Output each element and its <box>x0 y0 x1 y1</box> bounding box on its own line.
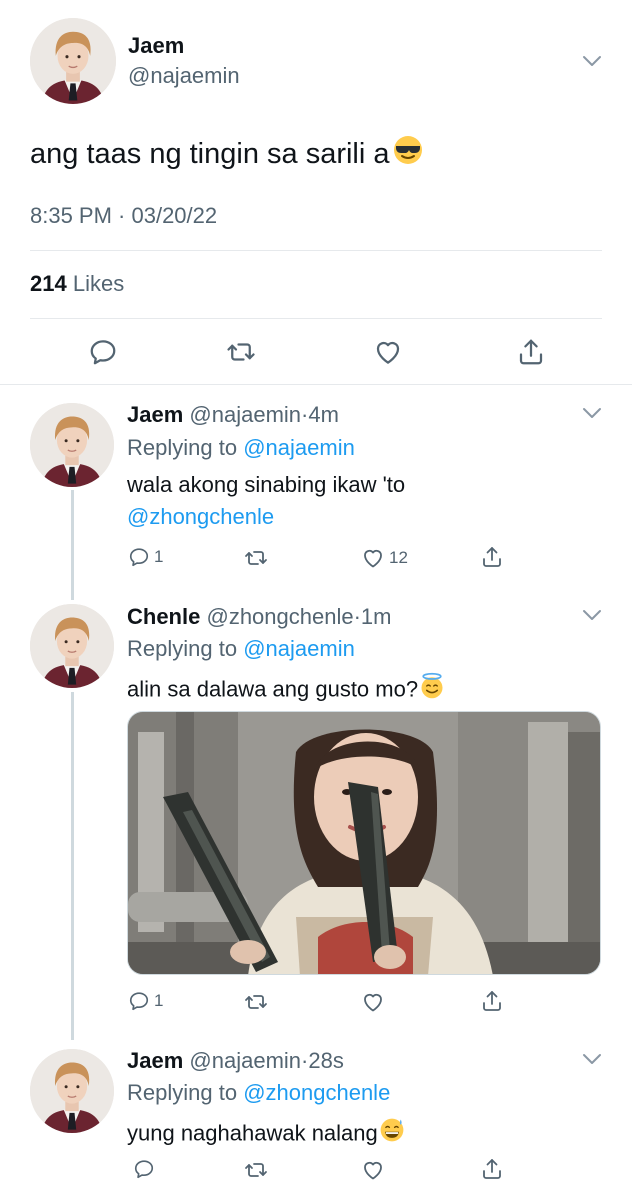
divider <box>30 250 602 251</box>
author-handle[interactable]: @zhongchenle <box>206 604 353 629</box>
share-icon <box>480 1157 504 1181</box>
replying-to-link[interactable]: @najaemin <box>243 435 355 460</box>
reply-text: alin sa dalawa ang gusto mo? <box>127 672 446 709</box>
reply-time[interactable]: 28s <box>308 1048 343 1073</box>
chevron-down-icon[interactable] <box>581 608 603 622</box>
likes-number: 214 <box>30 271 67 296</box>
reply-icon <box>128 990 150 1012</box>
media-photo[interactable] <box>127 711 601 975</box>
share-action[interactable] <box>480 1157 504 1181</box>
replying-to-label: Replying to <box>127 435 238 460</box>
likes-count[interactable]: 214 Likes <box>30 271 124 297</box>
chevron-down-icon[interactable] <box>581 54 603 68</box>
retweet-action[interactable] <box>244 546 268 570</box>
avatar[interactable] <box>30 403 114 487</box>
divider <box>30 318 602 319</box>
retweet-icon <box>244 1158 268 1182</box>
like-count: 12 <box>389 548 408 567</box>
halo-smile-emoji-icon <box>418 672 446 709</box>
avatar[interactable] <box>30 18 116 104</box>
replying-to-link[interactable]: @najaemin <box>243 636 355 661</box>
chevron-down-icon[interactable] <box>581 1052 603 1066</box>
likes-label: Likes <box>72 271 125 296</box>
reply-icon <box>128 546 150 568</box>
replying-to-label: Replying to <box>127 1080 238 1105</box>
author-name[interactable]: Jaem <box>127 402 183 427</box>
reply-text-content: yung naghahawak nalang <box>127 1120 378 1146</box>
sunglasses-emoji-icon <box>392 134 424 174</box>
chevron-down-icon[interactable] <box>581 406 603 420</box>
mention-link[interactable]: @zhongchenle <box>127 501 405 533</box>
like-icon[interactable] <box>373 337 403 367</box>
avatar[interactable] <box>30 604 114 688</box>
reply-action[interactable]: 1 <box>128 546 163 568</box>
reply-time[interactable]: 4m <box>308 402 339 427</box>
like-icon <box>361 990 385 1014</box>
share-icon <box>480 545 504 569</box>
share-icon <box>480 989 504 1013</box>
tweet-text: ang taas ng tingin sa sarili a <box>30 134 424 174</box>
share-icon[interactable] <box>516 337 546 367</box>
replying-to-link[interactable]: @zhongchenle <box>243 1080 390 1105</box>
reply-text: yung naghahawak nalang <box>127 1116 406 1153</box>
reply-text: wala akong sinabing ikaw 'to @zhongchenl… <box>127 469 405 533</box>
author-name[interactable]: Jaem <box>128 33 184 59</box>
reply-header: Jaem @najaemin·28s <box>127 1048 344 1074</box>
reply-header: Chenle @zhongchenle·1m <box>127 604 391 630</box>
author-handle[interactable]: @najaemin <box>189 1048 301 1073</box>
like-icon <box>361 1158 385 1182</box>
like-action[interactable] <box>361 1158 389 1182</box>
avatar[interactable] <box>30 1049 114 1133</box>
share-action[interactable] <box>480 989 504 1013</box>
reply-text-content: alin sa dalawa ang gusto mo? <box>127 676 419 702</box>
author-name[interactable]: Jaem <box>127 1048 183 1073</box>
author-name[interactable]: Chenle <box>127 604 200 629</box>
retweet-action[interactable] <box>244 990 268 1014</box>
thread-line <box>71 692 74 1040</box>
share-action[interactable] <box>480 545 504 569</box>
author-handle[interactable]: @najaemin <box>128 63 240 89</box>
reply-count: 1 <box>154 547 164 566</box>
like-icon <box>361 546 385 570</box>
reply-icon[interactable] <box>88 337 118 367</box>
reply-icon <box>133 1158 155 1180</box>
retweet-icon <box>244 990 268 1014</box>
retweet-action[interactable] <box>244 1158 268 1182</box>
reply-text-content: wala akong sinabing ikaw 'to <box>127 472 406 497</box>
replying-to-label: Replying to <box>127 636 238 661</box>
replying-to: Replying to @zhongchenle <box>127 1080 390 1106</box>
author-handle[interactable]: @najaemin <box>189 402 301 427</box>
separator-dot: · <box>353 604 361 629</box>
reply-action[interactable]: 1 <box>128 990 163 1012</box>
like-action[interactable] <box>361 990 389 1014</box>
retweet-icon <box>244 546 268 570</box>
replying-to: Replying to @najaemin <box>127 636 355 662</box>
replying-to: Replying to @najaemin <box>127 435 355 461</box>
like-action[interactable]: 12 <box>361 546 408 570</box>
reply-action[interactable] <box>133 1158 159 1180</box>
tweet-timestamp[interactable]: 8:35 PM · 03/20/22 <box>30 203 217 229</box>
reply-count: 1 <box>154 991 164 1010</box>
thread-line <box>71 490 74 600</box>
tweet-text-content: ang taas ng tingin sa sarili a <box>30 137 390 170</box>
reply-time[interactable]: 1m <box>361 604 392 629</box>
sweat-smile-emoji-icon <box>378 1116 406 1153</box>
reply-header: Jaem @najaemin·4m <box>127 402 339 428</box>
retweet-icon[interactable] <box>226 337 256 367</box>
divider <box>0 384 632 385</box>
